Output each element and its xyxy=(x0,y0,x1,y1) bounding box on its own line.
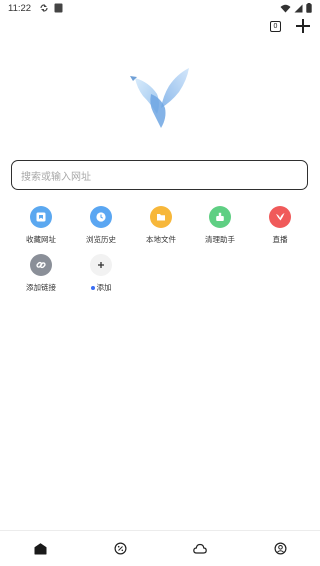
wifi-icon xyxy=(280,4,291,12)
status-bar: 11:22 xyxy=(0,0,320,16)
nav-profile[interactable] xyxy=(265,534,295,564)
shortcut-add-link[interactable]: 添加链接 xyxy=(16,254,66,293)
tab-count-label: 0 xyxy=(273,22,278,30)
clock-icon xyxy=(90,206,112,228)
shortcut-label: 清理助手 xyxy=(205,235,235,244)
shortcut-label: 直播 xyxy=(272,235,288,244)
signal-icon xyxy=(294,4,303,12)
folder-icon xyxy=(150,206,172,228)
plus-icon xyxy=(90,254,112,276)
shortcut-add[interactable]: 添加 xyxy=(76,254,126,293)
top-actions: 0 xyxy=(270,18,311,34)
shortcut-history[interactable]: 浏览历史 xyxy=(76,206,126,245)
browser-logo xyxy=(130,68,189,128)
profile-icon xyxy=(273,542,287,555)
shortcut-bookmarks[interactable]: 收藏网址 xyxy=(16,206,66,245)
bird-icon xyxy=(269,206,291,228)
search-input[interactable]: 搜索或输入网址 xyxy=(11,160,308,190)
cloud-icon xyxy=(193,543,207,554)
shortcut-label: 添加 xyxy=(96,283,112,292)
shortcut-cleaner[interactable]: 清理助手 xyxy=(195,206,245,245)
bookmark-icon xyxy=(30,206,52,228)
link-icon xyxy=(30,254,52,276)
shortcut-label: 添加链接 xyxy=(26,283,56,292)
sync-icon xyxy=(40,4,48,12)
new-indicator-dot xyxy=(90,285,95,290)
shortcut-live[interactable]: 直播 xyxy=(255,206,305,245)
notification-icon xyxy=(54,3,63,13)
status-time: 11:22 xyxy=(8,2,32,14)
shortcut-label: 本地文件 xyxy=(146,235,176,244)
home-icon xyxy=(34,542,46,554)
battery-icon xyxy=(306,3,312,13)
nav-discount[interactable] xyxy=(105,534,135,564)
shortcut-label: 收藏网址 xyxy=(26,235,56,244)
broom-icon xyxy=(209,206,231,228)
bottom-nav xyxy=(0,530,320,566)
nav-home[interactable] xyxy=(25,534,55,564)
new-tab-button[interactable] xyxy=(295,18,311,34)
tab-count-button[interactable]: 0 xyxy=(270,20,281,32)
nav-cloud[interactable] xyxy=(185,534,215,564)
search-placeholder: 搜索或输入网址 xyxy=(21,171,91,183)
shortcut-label: 浏览历史 xyxy=(86,235,116,244)
shortcut-local-files[interactable]: 本地文件 xyxy=(136,206,186,245)
discount-icon xyxy=(113,542,127,555)
